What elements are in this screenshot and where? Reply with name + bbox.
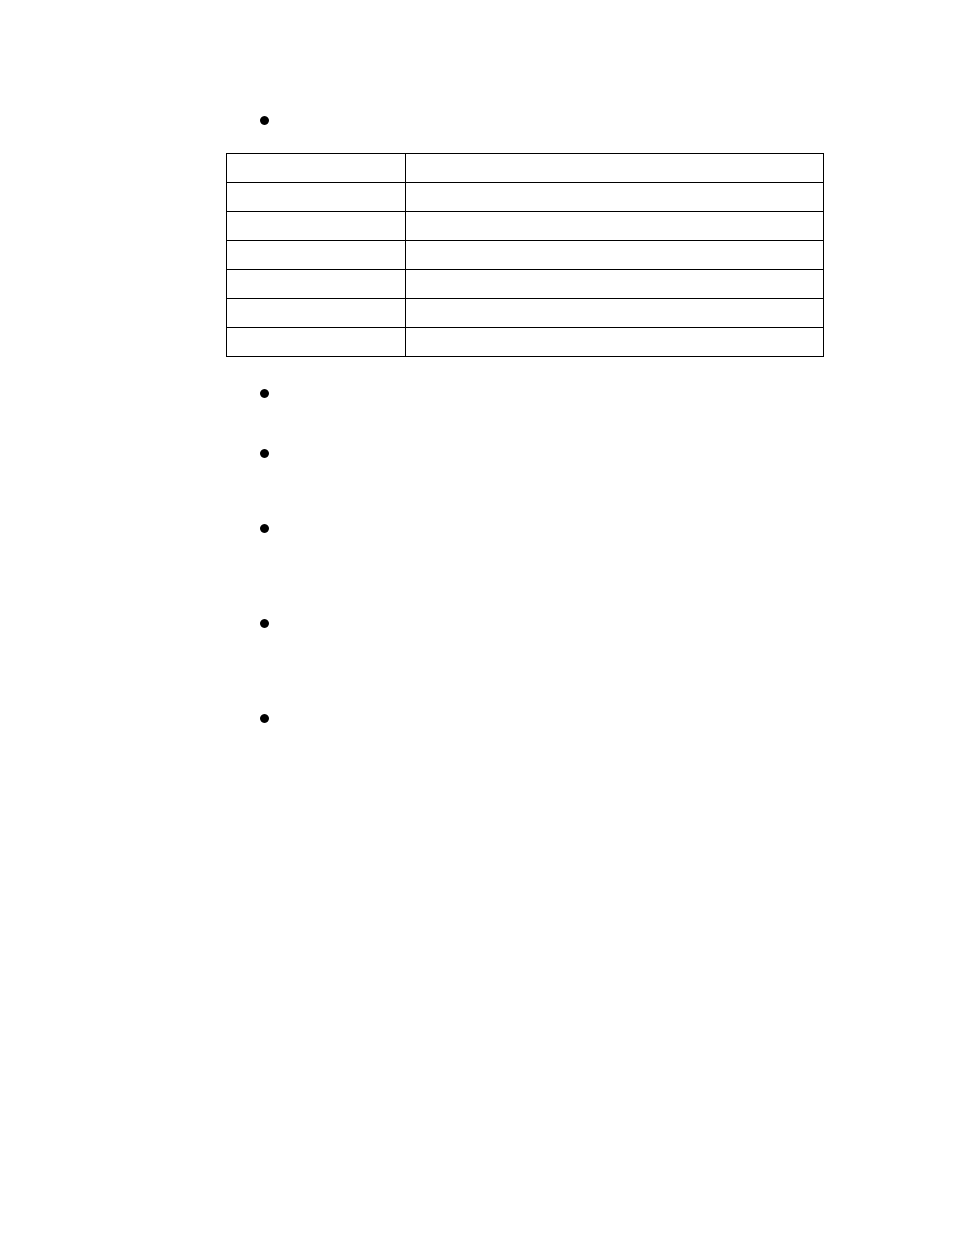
table-cell-left bbox=[227, 328, 406, 357]
table-row bbox=[227, 241, 824, 270]
table-cell-right bbox=[406, 328, 824, 357]
table-cell-right bbox=[406, 154, 824, 183]
table-cell-right bbox=[406, 270, 824, 299]
table-row bbox=[227, 183, 824, 212]
bullet-icon bbox=[260, 714, 269, 723]
table-row bbox=[227, 270, 824, 299]
table-cell-right bbox=[406, 183, 824, 212]
list-item bbox=[260, 708, 834, 723]
table-row bbox=[227, 212, 824, 241]
bullet-icon bbox=[260, 524, 269, 533]
table-cell-left bbox=[227, 270, 406, 299]
table-cell-left bbox=[227, 212, 406, 241]
table-cell-left bbox=[227, 154, 406, 183]
list-item bbox=[260, 518, 834, 533]
bullet-icon bbox=[260, 449, 269, 458]
table-row bbox=[227, 328, 824, 357]
intro-bullet bbox=[260, 110, 834, 125]
bullet-icon bbox=[260, 389, 269, 398]
data-table bbox=[226, 153, 824, 357]
table-row bbox=[227, 154, 824, 183]
list-item bbox=[260, 443, 834, 458]
table-row bbox=[227, 299, 824, 328]
list-item bbox=[260, 613, 834, 628]
table-cell-right bbox=[406, 241, 824, 270]
bullet-icon bbox=[260, 116, 269, 125]
list-item bbox=[260, 383, 834, 398]
sub-bullet-list bbox=[260, 383, 834, 723]
table-cell-left bbox=[227, 299, 406, 328]
table-cell-right bbox=[406, 299, 824, 328]
table-cell-left bbox=[227, 241, 406, 270]
table-cell-left bbox=[227, 183, 406, 212]
table-cell-right bbox=[406, 212, 824, 241]
document-page bbox=[0, 0, 954, 1235]
bullet-icon bbox=[260, 619, 269, 628]
